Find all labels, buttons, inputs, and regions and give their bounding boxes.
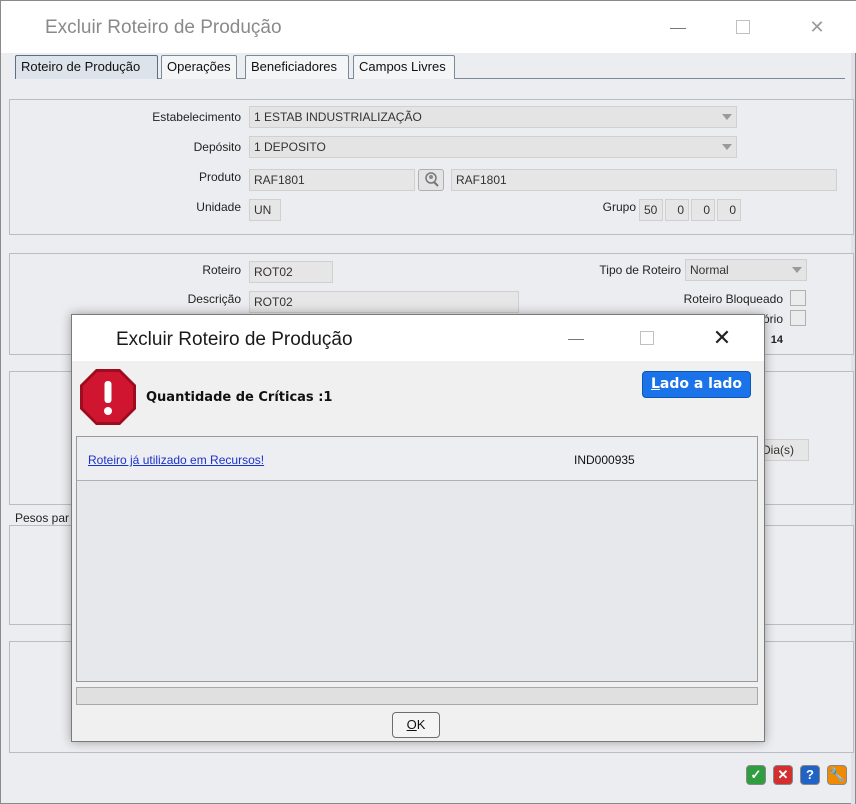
tipo-roteiro-select[interactable]: Normal [685,259,807,281]
grupo-field-3[interactable]: 0 [691,199,715,221]
grupo-field-4[interactable]: 0 [717,199,741,221]
tipo-roteiro-value: Normal [690,263,729,277]
side-by-side-mnemonic: L [650,376,660,392]
chevron-down-icon [792,267,802,273]
deposito-value: 1 DEPOSITO [254,140,326,154]
descricao-field[interactable]: ROT02 [249,291,519,313]
produto-lookup-button[interactable] [418,169,444,191]
produto-label: Produto [198,170,241,184]
search-person-icon [425,172,439,187]
grupo-field-1[interactable]: 50 [639,199,663,221]
roteiro-field[interactable]: ROT02 [249,261,333,283]
dialog-minimize-button[interactable] [564,326,588,350]
help-button[interactable]: ? [800,765,820,785]
main-window-title: Excluir Roteiro de Produção [45,17,282,38]
tab-roteiro-de-producao[interactable]: Roteiro de Produção [15,55,158,79]
main-maximize-button[interactable] [731,15,755,39]
dialog-title: Excluir Roteiro de Produção [116,329,353,350]
deposito-label: Depósito [193,140,241,154]
ok-button[interactable]: OK [392,712,440,738]
produto-description-field[interactable]: RAF1801 [451,169,837,191]
list-item[interactable]: Roteiro já utilizado em Recursos! IND000… [77,437,757,481]
roteiro-label: Roteiro [202,263,241,277]
unidade-field[interactable]: UN [249,199,281,221]
critics-dialog: Excluir Roteiro de Produção ✕ Quantidade… [71,314,765,742]
main-minimize-button[interactable] [666,15,690,39]
help-icon: ? [806,767,814,782]
criticas-count-label: Quantidade de Críticas :1 [146,390,333,405]
stop-sign-icon [80,369,136,425]
critic-code: IND000935 [574,453,635,467]
cancel-button[interactable]: ✕ [773,765,793,785]
grupo-label: Grupo [602,200,636,214]
estabelecimento-select[interactable]: 1 ESTAB INDUSTRIALIZAÇÃO [249,106,737,128]
dialog-close-button[interactable]: ✕ [710,326,734,350]
tab-campos-livres[interactable]: Campos Livres [353,55,455,79]
chevron-down-icon [722,144,732,150]
ok-label: K [416,717,426,732]
produto-code-field[interactable]: RAF1801 [249,169,415,191]
progress-bar [76,687,758,705]
side-by-side-label: ado a lado [659,376,743,392]
wrench-icon: 🔧 [828,767,846,782]
deposito-select[interactable]: 1 DEPOSITO [249,136,737,158]
pesos-label: Pesos par [15,511,70,525]
tools-button[interactable]: 🔧 [827,765,847,785]
chevron-down-icon [722,114,732,120]
main-tabbar: Roteiro de Produção Operações Beneficiad… [15,55,845,79]
main-close-button[interactable]: ✕ [805,15,829,39]
check-icon: ✓ [750,767,762,782]
ok-mnemonic: O [406,717,417,732]
tab-operacoes[interactable]: Operações [161,55,237,79]
dialog-maximize-button[interactable] [635,326,659,350]
estabelecimento-label: Estabelecimento [152,110,241,124]
side-by-side-button[interactable]: Lado a lado [642,371,751,398]
partial-checkbox[interactable] [790,310,806,326]
confirm-button[interactable]: ✓ [746,765,766,785]
cancel-icon: ✕ [777,767,789,782]
main-titlebar: Excluir Roteiro de Produção ✕ [1,1,856,53]
critic-message-link[interactable]: Roteiro já utilizado em Recursos! [88,453,264,467]
grupo-field-2[interactable]: 0 [665,199,689,221]
roteiro-bloqueado-checkbox[interactable] [790,290,806,306]
tipo-roteiro-label: Tipo de Roteiro [599,263,681,277]
unidade-label: Unidade [196,200,241,214]
tab-beneficiadores[interactable]: Beneficiadores [245,55,349,79]
estabelecimento-value: 1 ESTAB INDUSTRIALIZAÇÃO [254,110,422,124]
roteiro-bloqueado-label: Roteiro Bloqueado [683,292,783,306]
descricao-label: Descrição [187,292,241,306]
dialog-titlebar: Excluir Roteiro de Produção ✕ [72,315,764,361]
critics-list: Roteiro já utilizado em Recursos! IND000… [76,436,758,682]
